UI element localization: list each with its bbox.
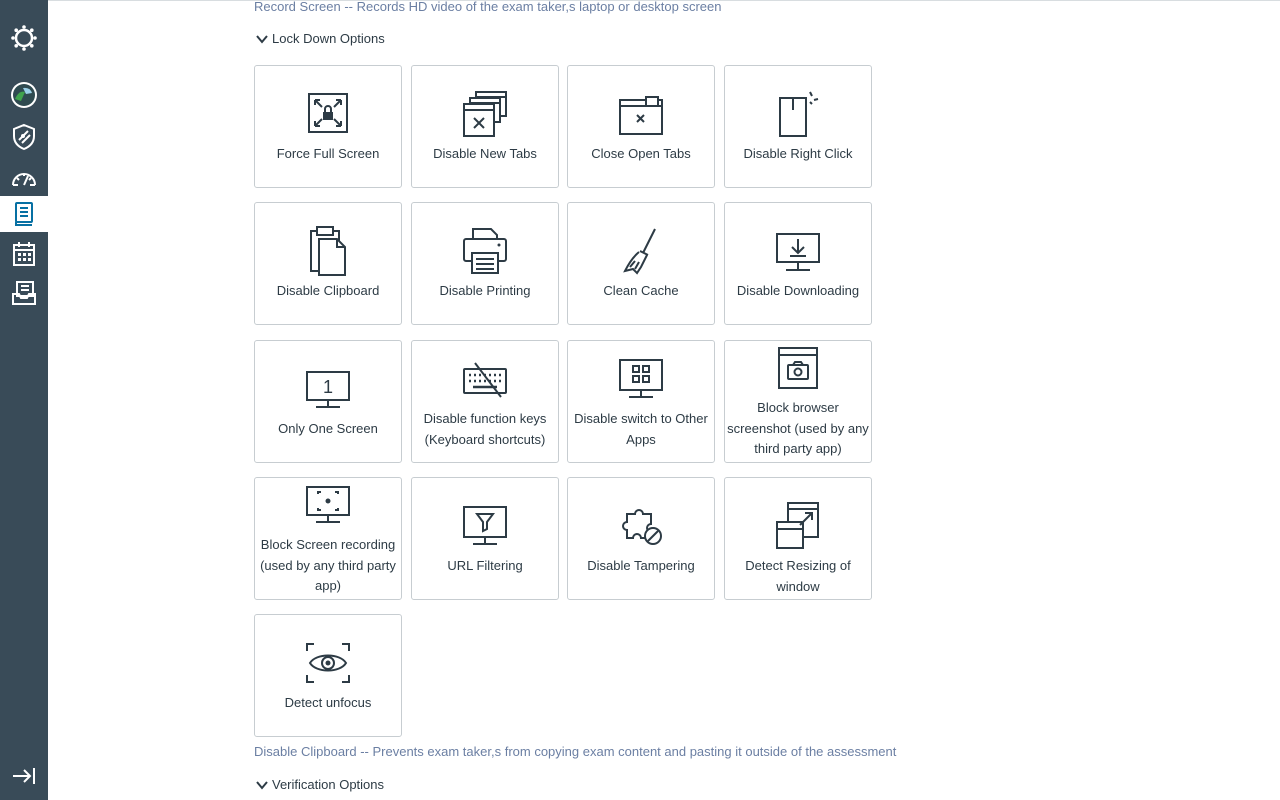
- option-disable-switch-apps[interactable]: Disable switch to Other Apps: [567, 340, 715, 463]
- shield-icon[interactable]: [0, 119, 48, 155]
- app-grid-monitor-icon: [619, 359, 663, 398]
- option-label: Block Screen recording (used by any thir…: [260, 537, 396, 593]
- lockdown-options-toggle[interactable]: Lock Down Options: [256, 31, 385, 46]
- option-disable-function-keys[interactable]: Disable function keys (Keyboard shortcut…: [411, 340, 559, 463]
- chevron-down-icon: [256, 780, 268, 790]
- option-label: Disable New Tabs: [433, 146, 537, 161]
- option-disable-tampering[interactable]: Disable Tampering: [567, 477, 715, 600]
- single-monitor-icon: 1: [306, 371, 350, 408]
- option-label: Detect unfocus: [284, 695, 372, 710]
- option-block-screen-recording[interactable]: Block Screen recording (used by any thir…: [254, 477, 402, 600]
- record-screen-note: Record Screen -- Records HD video of the…: [254, 0, 722, 14]
- eye-focus-icon: [306, 643, 350, 683]
- option-detect-unfocus[interactable]: Detect unfocus: [254, 614, 402, 737]
- browser-camera-icon: [778, 347, 818, 389]
- lockdown-options-title: Lock Down Options: [272, 31, 385, 46]
- broom-icon: [623, 228, 656, 275]
- window-resize-icon: [776, 502, 819, 549]
- option-label: Force Full Screen: [276, 146, 380, 161]
- option-disable-new-tabs[interactable]: Disable New Tabs: [411, 65, 559, 188]
- option-label: Close Open Tabs: [591, 146, 691, 161]
- verification-options-title: Verification Options: [272, 777, 385, 792]
- option-url-filtering[interactable]: URL Filtering: [411, 477, 559, 600]
- inbox-icon[interactable]: [0, 275, 48, 311]
- filter-monitor-icon: [463, 506, 507, 545]
- option-force-full-screen[interactable]: Force Full Screen: [254, 65, 402, 188]
- option-clean-cache[interactable]: Clean Cache: [567, 202, 715, 325]
- printer-icon: [463, 228, 507, 274]
- option-disable-right-click[interactable]: Disable Right Click: [724, 65, 872, 188]
- puzzle-blocked-icon: [622, 509, 662, 545]
- option-label: Only One Screen: [278, 421, 378, 436]
- clipboard-note: Disable Clipboard -- Prevents exam taker…: [254, 744, 897, 759]
- option-label: Disable function keys (Keyboard shortcut…: [423, 411, 547, 447]
- option-label: Detect Resizing of window: [745, 558, 851, 594]
- account-avatar-icon[interactable]: [0, 77, 48, 113]
- svg-text:1: 1: [323, 377, 333, 397]
- book-icon[interactable]: [0, 196, 48, 232]
- new-tabs-blocked-icon: [463, 91, 507, 137]
- verification-options-toggle[interactable]: Verification Options: [256, 777, 384, 792]
- fullscreen-lock-icon: [308, 93, 348, 133]
- option-label: Disable Printing: [439, 283, 531, 298]
- global-nav-sidebar: [0, 0, 48, 800]
- option-disable-downloading[interactable]: Disable Downloading: [724, 202, 872, 325]
- close-tab-icon: [619, 96, 663, 135]
- option-label: Disable Tampering: [587, 558, 695, 573]
- option-disable-printing[interactable]: Disable Printing: [411, 202, 559, 325]
- option-label: URL Filtering: [447, 558, 523, 573]
- option-label: Clean Cache: [603, 283, 679, 298]
- right-click-icon: [779, 91, 819, 137]
- collapse-arrow-icon[interactable]: [0, 758, 48, 794]
- option-label: Disable Downloading: [736, 283, 860, 298]
- option-label: Disable switch to Other Apps: [574, 411, 708, 447]
- download-monitor-icon: [776, 233, 820, 271]
- clipboard-icon: [310, 226, 346, 276]
- option-label: Block browser screenshot (used by any th…: [727, 400, 869, 456]
- option-label: Disable Clipboard: [276, 283, 380, 298]
- speedometer-icon[interactable]: [0, 160, 48, 196]
- chevron-down-icon: [256, 34, 268, 44]
- canvas-logo-icon[interactable]: [0, 20, 48, 56]
- option-label: Disable Right Click: [743, 146, 853, 161]
- option-block-browser-screenshot[interactable]: Block browser screenshot (used by any th…: [724, 340, 872, 463]
- option-disable-clipboard[interactable]: Disable Clipboard: [254, 202, 402, 325]
- option-close-open-tabs[interactable]: Close Open Tabs: [567, 65, 715, 188]
- calendar-icon[interactable]: [0, 236, 48, 272]
- option-detect-resizing[interactable]: Detect Resizing of window: [724, 477, 872, 600]
- screen-record-icon: [306, 486, 350, 523]
- keyboard-blocked-icon: [463, 362, 507, 398]
- option-only-one-screen[interactable]: 1 Only One Screen: [254, 340, 402, 463]
